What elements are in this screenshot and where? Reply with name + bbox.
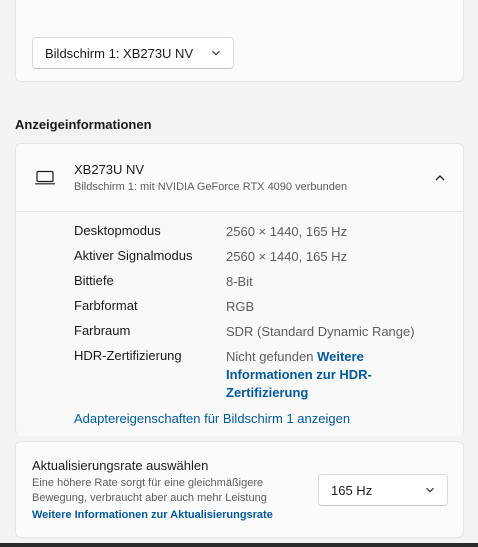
detail-value: 8-Bit: [226, 274, 253, 289]
monitor-name: XB273U NV: [74, 162, 145, 177]
detail-value: 2560 × 1440, 165 Hz: [226, 224, 348, 239]
display-select-value: Bildschirm 1: XB273U NV: [45, 45, 194, 61]
display-info-details: Desktopmodus 2560 × 1440, 165 Hz Aktiver…: [16, 212, 463, 436]
display-select-card: Bildschirm 1: XB273U NV: [15, 0, 464, 82]
display-info-header[interactable]: XB273U NV Bildschirm 1: mit NVIDIA GeFor…: [16, 144, 463, 212]
refresh-rate-description: Eine höhere Rate sorgt für eine gleichmä…: [32, 477, 267, 504]
refresh-rate-value: 165 Hz: [331, 482, 373, 498]
monitor-subtitle: Bildschirm 1: mit NVIDIA GeForce RTX 409…: [74, 181, 348, 193]
detail-value: 2560 × 1440, 165 Hz: [226, 249, 348, 264]
refresh-rate-title: Aktualisierungsrate auswählen: [32, 458, 209, 473]
detail-label: Bittiefe: [74, 273, 114, 288]
detail-value: Nicht gefunden Weitere Informationen zur…: [226, 348, 416, 402]
detail-label: Farbraum: [74, 323, 131, 338]
refresh-rate-info-link[interactable]: Weitere Informationen zur Aktualisierung…: [32, 509, 273, 521]
detail-value: SDR (Standard Dynamic Range): [226, 324, 415, 339]
display-select-dropdown[interactable]: Bildschirm 1: XB273U NV: [32, 37, 234, 69]
detail-label: Farbformat: [74, 298, 138, 313]
detail-label: Aktiver Signalmodus: [74, 248, 193, 263]
monitor-icon: [35, 170, 55, 185]
detail-label: Desktopmodus: [74, 223, 161, 238]
hdr-status: Nicht gefunden: [226, 349, 314, 364]
adapter-properties-link[interactable]: Adaptereigenschaften für Bildschirm 1 an…: [74, 411, 350, 426]
chevron-down-icon: [212, 50, 220, 56]
section-title: Anzeigeinformationen: [15, 117, 152, 132]
detail-value: RGB: [226, 299, 255, 314]
detail-label: HDR-Zertifizierung: [74, 348, 182, 363]
chevron-down-icon: [426, 487, 434, 493]
display-info-card: XB273U NV Bildschirm 1: mit NVIDIA GeFor…: [15, 143, 464, 436]
chevron-up-icon[interactable]: [434, 172, 446, 184]
taskbar-edge: [0, 543, 478, 547]
refresh-rate-dropdown[interactable]: 165 Hz: [318, 474, 448, 506]
refresh-rate-card: Aktualisierungsrate auswählen Eine höher…: [15, 441, 464, 538]
